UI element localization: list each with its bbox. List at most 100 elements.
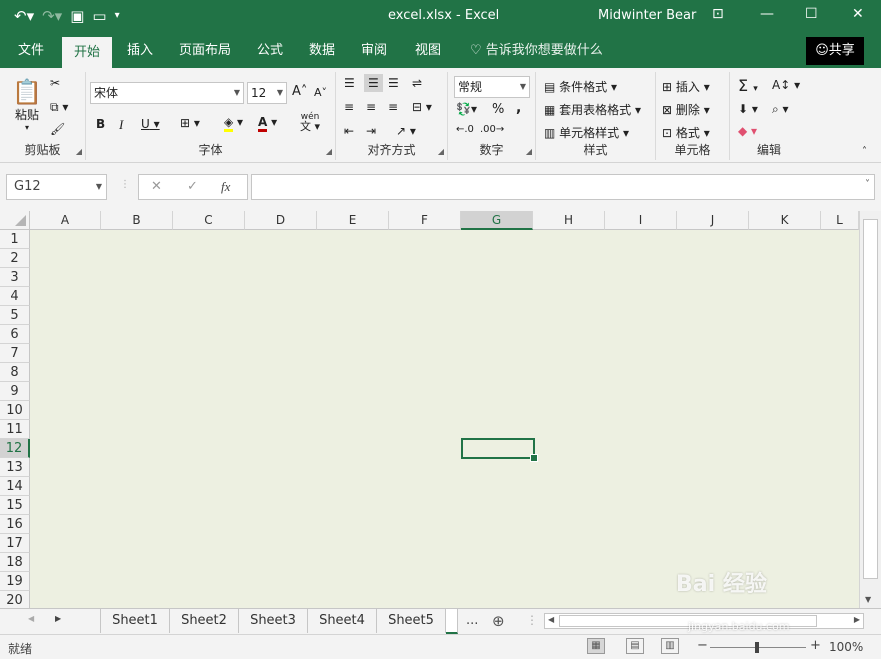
align-center-icon[interactable]: ≡ — [366, 100, 376, 114]
underline-button[interactable]: U ▾ — [141, 117, 160, 131]
cell-styles-button[interactable]: ▥ 单元格样式 ▾ — [544, 124, 629, 141]
find-select-icon[interactable]: ⌕ ▾ — [772, 102, 789, 117]
scroll-tabs-right-icon[interactable]: ▶ — [55, 614, 61, 623]
number-format-combo[interactable]: 常规 ▼ — [454, 76, 530, 98]
merge-center-icon[interactable]: ⊟ ▾ — [412, 100, 432, 114]
more-sheets-button[interactable]: ... — [466, 613, 478, 628]
tab-view[interactable]: 视图 — [406, 34, 450, 68]
format-painter-icon[interactable]: 🖌 — [50, 122, 65, 136]
normal-view-icon[interactable]: ▦ — [587, 638, 605, 654]
column-header-b[interactable]: B — [101, 211, 173, 230]
row-header-8[interactable]: 8 — [0, 363, 30, 382]
page-layout-view-icon[interactable]: ▤ — [626, 638, 644, 654]
tab-insert[interactable]: 插入 — [118, 34, 162, 68]
copy-icon[interactable]: ⧉ ▾ — [50, 100, 68, 115]
save-icon[interactable]: ▣ — [70, 6, 84, 26]
row-header-4[interactable]: 4 — [0, 287, 30, 306]
align-bottom-icon[interactable]: ☰ — [388, 76, 399, 90]
insert-function-button[interactable]: fx — [221, 179, 230, 195]
fill-color-icon[interactable]: ◈ ▾ — [224, 115, 243, 132]
orientation-icon[interactable]: ↗ ▾ — [396, 124, 416, 138]
insert-cells-button[interactable]: ⊞ 插入 ▾ — [662, 78, 710, 95]
row-header-9[interactable]: 9 — [0, 382, 30, 401]
increase-decimal-icon[interactable]: ←.0 — [456, 124, 474, 135]
column-header-k[interactable]: K — [749, 211, 821, 230]
tab-page-layout[interactable]: 页面布局 — [170, 34, 240, 68]
row-header-15[interactable]: 15 — [0, 496, 30, 515]
row-header-1[interactable]: 1 — [0, 230, 30, 249]
zoom-slider[interactable] — [710, 642, 806, 653]
percent-style-button[interactable]: % — [492, 102, 504, 117]
row-header-7[interactable]: 7 — [0, 344, 30, 363]
tab-home[interactable]: 开始 — [62, 37, 112, 68]
close-button[interactable]: ✕ — [852, 6, 864, 22]
wrap-text-icon[interactable]: ⇌ — [412, 76, 422, 90]
zoom-out-icon[interactable]: − — [697, 638, 708, 653]
delete-cells-button[interactable]: ⊠ 删除 ▾ — [662, 101, 710, 118]
scroll-down-icon[interactable]: ▼ — [865, 595, 871, 604]
sheet-tab-4[interactable]: Sheet4 — [308, 609, 377, 633]
minimize-button[interactable]: — — [760, 6, 774, 22]
conditional-formatting-button[interactable]: ▤ 条件格式 ▾ — [544, 78, 617, 95]
sheet-tab-2[interactable]: Sheet2 — [170, 609, 239, 633]
format-as-table-button[interactable]: ▦ 套用表格格式 ▾ — [544, 101, 641, 118]
scroll-tabs-left-icon[interactable]: ◀ — [28, 614, 34, 623]
formula-input[interactable]: ˅ — [251, 174, 875, 200]
row-header-17[interactable]: 17 — [0, 534, 30, 553]
collapse-ribbon-icon[interactable]: ˄ — [862, 146, 867, 157]
number-launcher-icon[interactable]: ◢ — [526, 147, 532, 156]
paste-button[interactable]: 📋 粘贴 ▾ — [12, 78, 42, 134]
customize-qat-icon[interactable]: ▾ — [115, 6, 120, 26]
ribbon-display-options-icon[interactable]: ⊡ — [712, 6, 724, 22]
tab-data[interactable]: 数据 — [300, 34, 344, 68]
align-left-icon[interactable]: ≡ — [344, 100, 354, 114]
cancel-entry-icon[interactable]: ✕ — [151, 179, 162, 194]
sheet-tab-5[interactable]: Sheet5 — [377, 609, 446, 633]
row-header-14[interactable]: 14 — [0, 477, 30, 496]
row-header-13[interactable]: 13 — [0, 458, 30, 477]
tab-file[interactable]: 文件 — [8, 34, 54, 68]
column-header-d[interactable]: D — [245, 211, 317, 230]
decrease-indent-icon[interactable]: ⇤ — [344, 124, 354, 138]
autosum-icon[interactable]: Σ ▾ — [738, 76, 758, 95]
zoom-in-icon[interactable]: + — [810, 638, 821, 653]
align-top-icon[interactable]: ☰ — [344, 76, 355, 90]
decrease-decimal-icon[interactable]: .00→ — [480, 124, 504, 135]
font-name-combo[interactable]: 宋体 ▼ — [90, 82, 244, 104]
add-sheet-icon[interactable]: ⊕ — [492, 612, 505, 630]
zoom-level[interactable]: 100% — [829, 640, 863, 654]
row-header-12[interactable]: 12 — [0, 439, 30, 458]
row-header-19[interactable]: 19 — [0, 572, 30, 591]
column-header-f[interactable]: F — [389, 211, 461, 230]
row-header-2[interactable]: 2 — [0, 249, 30, 268]
phonetic-guide-icon[interactable]: wén 文 ▾ — [300, 112, 320, 132]
alignment-launcher-icon[interactable]: ◢ — [438, 147, 444, 156]
undo-icon[interactable]: ↶▾ — [14, 6, 34, 26]
clipboard-launcher-icon[interactable]: ◢ — [76, 147, 82, 156]
column-header-h[interactable]: H — [533, 211, 605, 230]
row-header-18[interactable]: 18 — [0, 553, 30, 572]
column-header-e[interactable]: E — [317, 211, 389, 230]
confirm-entry-icon[interactable]: ✓ — [187, 179, 198, 194]
bold-button[interactable]: B — [96, 117, 105, 131]
sheet-tab-3[interactable]: Sheet3 — [239, 609, 308, 633]
font-size-combo[interactable]: 12 ▼ — [247, 82, 287, 104]
share-button[interactable]: ☺共享 — [806, 37, 864, 65]
increase-indent-icon[interactable]: ⇥ — [366, 124, 376, 138]
scroll-right-icon[interactable]: ▶ — [854, 615, 860, 624]
sort-filter-icon[interactable]: A↕ ▾ — [772, 78, 800, 92]
sheet-tab-1[interactable]: Sheet1 — [101, 609, 170, 633]
row-header-6[interactable]: 6 — [0, 325, 30, 344]
cell-area[interactable] — [30, 230, 859, 608]
page-break-view-icon[interactable]: ▥ — [661, 638, 679, 654]
column-header-a[interactable]: A — [30, 211, 101, 230]
row-header-11[interactable]: 11 — [0, 420, 30, 439]
align-middle-icon[interactable]: ☰ — [364, 74, 383, 92]
column-header-c[interactable]: C — [173, 211, 245, 230]
italic-button[interactable]: I — [119, 117, 123, 133]
cut-icon[interactable]: ✂ — [50, 76, 60, 90]
comma-style-button[interactable]: , — [516, 100, 521, 116]
scroll-left-icon[interactable]: ◀ — [548, 615, 554, 624]
select-all-button[interactable] — [0, 211, 30, 230]
zoom-slider-knob[interactable] — [755, 642, 759, 653]
